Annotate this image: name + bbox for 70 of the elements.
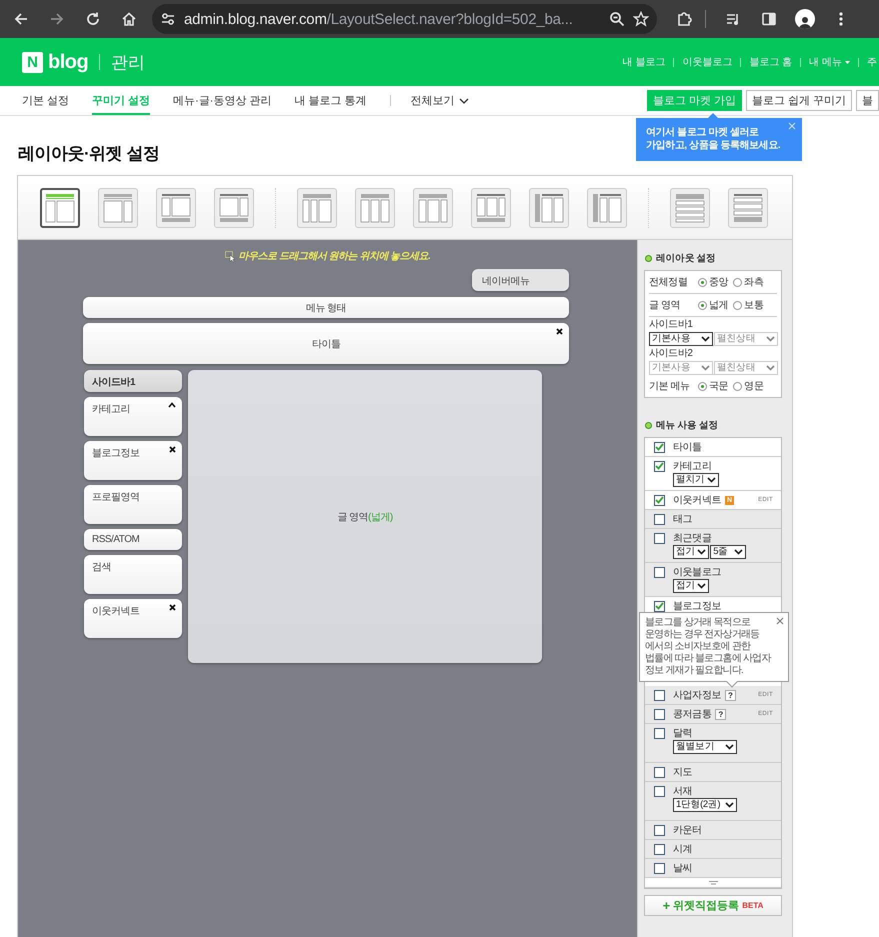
widget-label: 검색 — [92, 562, 111, 573]
help-badge[interactable]: ? — [725, 690, 736, 700]
section-heading: 메뉴 사용 설정 — [656, 419, 718, 432]
view-all-link[interactable]: 전체보기 — [410, 86, 469, 115]
radio-label: 넓게 — [709, 299, 728, 312]
widget-block[interactable]: 이웃커넥트 — [84, 599, 182, 638]
radio-label: 국문 — [709, 380, 728, 393]
widget-name: 이웃블로그 — [673, 566, 722, 579]
nav-tab[interactable]: 기본 설정 — [22, 86, 70, 115]
widget-label: 카테고리 — [92, 404, 130, 415]
widget-name: 달력 — [673, 727, 692, 740]
add-widget-button[interactable]: + 위젯직접등록 BETA — [644, 895, 782, 916]
nav-tab[interactable]: 내 블로그 통계 — [294, 86, 367, 115]
radio-label: 영문 — [744, 380, 764, 393]
setting-label: 전체정렬 — [649, 276, 688, 289]
dropdown[interactable]: 접기 — [673, 545, 710, 559]
url-text: admin.blog.naver.com/LayoutSelect.naver?blogId=502_ba... — [184, 10, 574, 28]
page-title: 레이아웃·위젯 설정 — [18, 143, 160, 165]
widget-name: 최근댓글 — [673, 532, 712, 545]
menu-form-block[interactable]: 메뉴 형태 — [83, 297, 569, 318]
widget-name: 서재 — [673, 785, 692, 798]
setting-label: 사이드바2 — [649, 346, 693, 360]
widget-name: 카테고리 — [673, 460, 712, 473]
action-button[interactable]: 블 — [856, 90, 879, 111]
content-label: 글 영역(넓게) — [337, 510, 393, 524]
dropdown[interactable]: 기본사용 — [649, 332, 713, 346]
naver-menu-block[interactable]: 네이버메뉴 — [472, 269, 569, 291]
action-button[interactable]: 블로그 쉽게 꾸미기 — [746, 90, 852, 111]
title-block[interactable]: 타이틀 — [83, 323, 569, 364]
content-area[interactable]: 글 영역(넓게) — [188, 370, 542, 663]
widget-name: 콩저금통 — [673, 708, 712, 721]
setting-label: 기본 메뉴 — [649, 380, 691, 393]
drag-hint: 마우스로 드래그해서 원하는 위치에 놓으세요. — [238, 250, 430, 263]
widget-label: 블로그정보 — [92, 448, 140, 459]
widget-name: 시계 — [673, 843, 692, 856]
widget-block[interactable]: 검색 — [84, 555, 182, 594]
sidebar-header[interactable]: 사이드바1 — [84, 370, 182, 392]
widget-name: 날씨 — [673, 862, 692, 875]
setting-label: 글 영역 — [649, 299, 682, 312]
dropdown[interactable]: 1단형(2권) — [673, 798, 737, 812]
radio-label: 중앙 — [709, 276, 728, 289]
dropdown[interactable]: 접기 — [673, 579, 710, 593]
widget-name: 태그 — [673, 513, 692, 526]
setting-label: 사이드바1 — [649, 318, 693, 330]
tooltip-text: 여기서 블로그 마켓 셀러로 가입하고, 상품을 등록해보세요. — [646, 126, 780, 152]
tooltip-text: 블로그를 상거래 목적으로 운영하는 경우 전자상거래등 에서의 소비자보호에 관한 법률에 따라 블로그홈에 사업자 정보 게재가 필요합니다. — [645, 617, 771, 677]
section-title: 관리 — [111, 52, 146, 74]
dropdown[interactable]: 펼치기 — [673, 473, 719, 487]
widget-name: 지도 — [673, 766, 692, 779]
widget-label: 이웃커넥트 — [92, 606, 140, 617]
widget-name: 사업자정보 — [673, 689, 722, 702]
widget-block[interactable]: 블로그정보 — [84, 441, 182, 480]
block-label: 타이틀 — [312, 338, 340, 350]
widget-name: 타이틀 — [673, 441, 702, 454]
widget-label: RSS/ATOM — [92, 534, 140, 545]
dropdown[interactable]: 월별보기 — [673, 740, 737, 754]
radio-label: 좌측 — [744, 276, 764, 289]
widget-block[interactable]: 카테고리 — [84, 397, 182, 436]
radio-label: 보통 — [744, 299, 764, 312]
widget-block[interactable]: RSS/ATOM — [84, 529, 182, 550]
widget-label: 프로필영역 — [92, 492, 140, 503]
help-badge[interactable]: ? — [715, 708, 726, 720]
dropdown[interactable]: 5줄 — [710, 545, 746, 559]
widget-name: 블로그정보 — [673, 600, 722, 613]
nav-tab[interactable]: 메뉴·글·동영상 관리 — [173, 86, 272, 115]
widget-name: 카운터 — [673, 824, 702, 837]
section-heading: 레이아웃 설정 — [656, 252, 716, 265]
address-bar[interactable]: admin.blog.naver.com/LayoutSelect.naver?blogId=502_ba... — [152, 4, 657, 34]
widget-name: 이웃커넥트 — [673, 494, 722, 507]
widget-block[interactable]: 프로필영역 — [84, 485, 182, 524]
